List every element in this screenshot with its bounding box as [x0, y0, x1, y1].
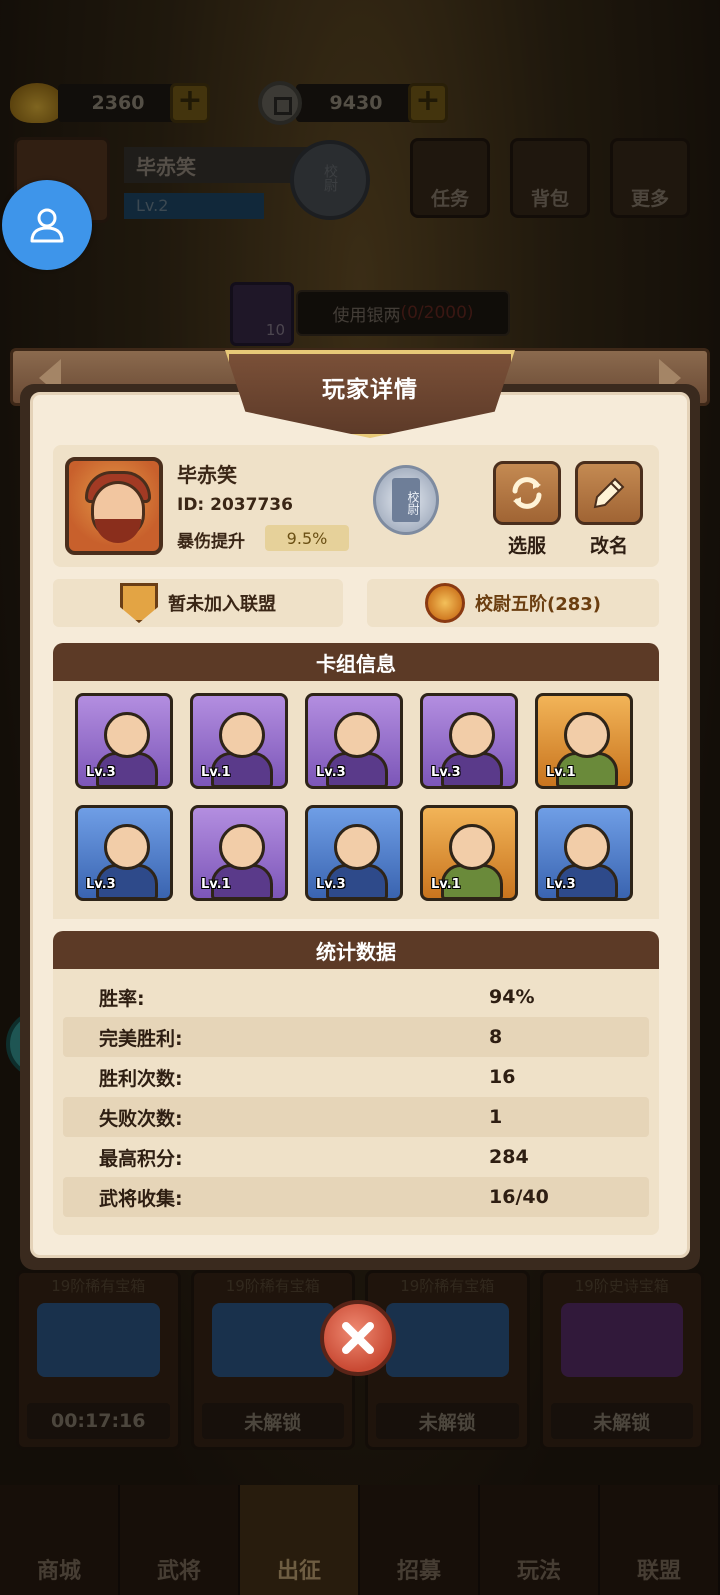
medal-icon [424, 583, 465, 623]
stat-label: 完美胜利: [99, 1027, 183, 1050]
stat-row: 胜率: 94% [63, 977, 649, 1017]
portrait-beard [95, 519, 141, 543]
hero-card[interactable]: Lv.3 [305, 693, 403, 789]
hero-head [564, 824, 610, 870]
stat-value: 16/40 [489, 1186, 549, 1208]
hero-card[interactable]: Lv.1 [535, 693, 633, 789]
hero-level: Lv.3 [431, 765, 461, 780]
rank-info[interactable]: 校尉五阶(283) [367, 579, 659, 627]
hero-head [219, 824, 265, 870]
stat-value: 284 [489, 1146, 529, 1168]
deck-section-title: 卡组信息 [53, 643, 659, 681]
hero-head [564, 712, 610, 758]
hero-head [104, 712, 150, 758]
switch-server-label: 选服 [507, 535, 546, 557]
crit-bonus-label: 暴伤提升 [177, 532, 245, 552]
stat-value: 1 [489, 1106, 503, 1128]
shield-icon [120, 583, 158, 623]
stat-label: 最高积分: [99, 1147, 183, 1170]
hero-head [449, 824, 495, 870]
hero-card[interactable]: Lv.1 [190, 805, 288, 901]
hero-level: Lv.3 [316, 765, 346, 780]
stat-label: 失败次数: [99, 1107, 183, 1130]
stat-row: 武将收集: 16/40 [63, 1177, 649, 1217]
rank-status: 校尉五阶(283) [474, 594, 602, 615]
rename-button[interactable] [575, 461, 643, 525]
stat-label: 胜率: [99, 987, 145, 1010]
alliance-info[interactable]: 暂未加入联盟 [53, 579, 343, 627]
user-icon [30, 208, 64, 243]
refresh-icon [512, 477, 542, 509]
deck-grid: Lv.3 Lv.1 Lv.3 Lv.3 Lv.1 Lv.3 Lv.1 Lv.3 … [53, 681, 659, 901]
hero-level: Lv.1 [431, 877, 461, 892]
stat-value: 94% [489, 986, 535, 1008]
stats-section: 胜率: 94% 完美胜利: 8 胜利次数: 16 失败次数: 1 最高积分: 284 武将… [53, 969, 659, 1235]
stat-row: 失败次数: 1 [63, 1097, 649, 1137]
hero-level: Lv.1 [201, 765, 231, 780]
hero-level: Lv.3 [86, 877, 116, 892]
player-detail-modal: 毕赤笑 ID: 2037736 暴伤提升 9.5% 校尉 选服 改名 暂未加入联… [10, 348, 710, 1270]
stat-row: 完美胜利: 8 [63, 1017, 649, 1057]
stat-row: 最高积分: 284 [63, 1137, 649, 1177]
hero-level: Lv.1 [201, 877, 231, 892]
player-card: 毕赤笑 ID: 2037736 暴伤提升 9.5% 校尉 选服 改名 [53, 445, 659, 567]
close-icon [342, 1322, 374, 1354]
hero-card[interactable]: Lv.1 [190, 693, 288, 789]
hero-level: Lv.3 [316, 877, 346, 892]
deck-section: Lv.3 Lv.1 Lv.3 Lv.3 Lv.1 Lv.3 Lv.1 Lv.3 … [53, 681, 659, 919]
hero-card[interactable]: Lv.1 [420, 805, 518, 901]
crit-bonus-value: 9.5% [265, 525, 349, 551]
stat-label: 胜利次数: [99, 1067, 183, 1090]
stat-row: 胜利次数: 16 [63, 1057, 649, 1097]
player-portrait[interactable] [65, 457, 163, 555]
hero-head [104, 824, 150, 870]
rename-label: 改名 [589, 535, 628, 557]
modal-content: 毕赤笑 ID: 2037736 暴伤提升 9.5% 校尉 选服 改名 暂未加入联… [30, 392, 690, 1258]
player-id: ID: 2037736 [177, 495, 293, 515]
pencil-icon [593, 477, 625, 509]
hero-level: Lv.1 [546, 765, 576, 780]
rank-badge-text: 校尉 [392, 478, 420, 522]
hero-card[interactable]: Lv.3 [535, 805, 633, 901]
hero-card[interactable]: Lv.3 [420, 693, 518, 789]
user-float-button[interactable] [2, 180, 92, 270]
hero-head [334, 824, 380, 870]
hero-head [334, 712, 380, 758]
player-name: 毕赤笑 [177, 463, 237, 487]
stats-section-title: 统计数据 [53, 931, 659, 969]
rank-badge: 校尉 [373, 465, 439, 535]
hero-level: Lv.3 [546, 877, 576, 892]
hero-card[interactable]: Lv.3 [305, 805, 403, 901]
close-button[interactable] [320, 1300, 396, 1376]
switch-server-button[interactable] [493, 461, 561, 525]
stat-label: 武将收集: [99, 1187, 183, 1210]
alliance-status: 暂未加入联盟 [168, 594, 276, 615]
stat-value: 8 [489, 1026, 503, 1048]
modal-frame: 毕赤笑 ID: 2037736 暴伤提升 9.5% 校尉 选服 改名 暂未加入联… [20, 384, 700, 1270]
hero-head [219, 712, 265, 758]
stat-value: 16 [489, 1066, 516, 1088]
hero-card[interactable]: Lv.3 [75, 805, 173, 901]
hero-head [449, 712, 495, 758]
hero-level: Lv.3 [86, 765, 116, 780]
hero-card[interactable]: Lv.3 [75, 693, 173, 789]
